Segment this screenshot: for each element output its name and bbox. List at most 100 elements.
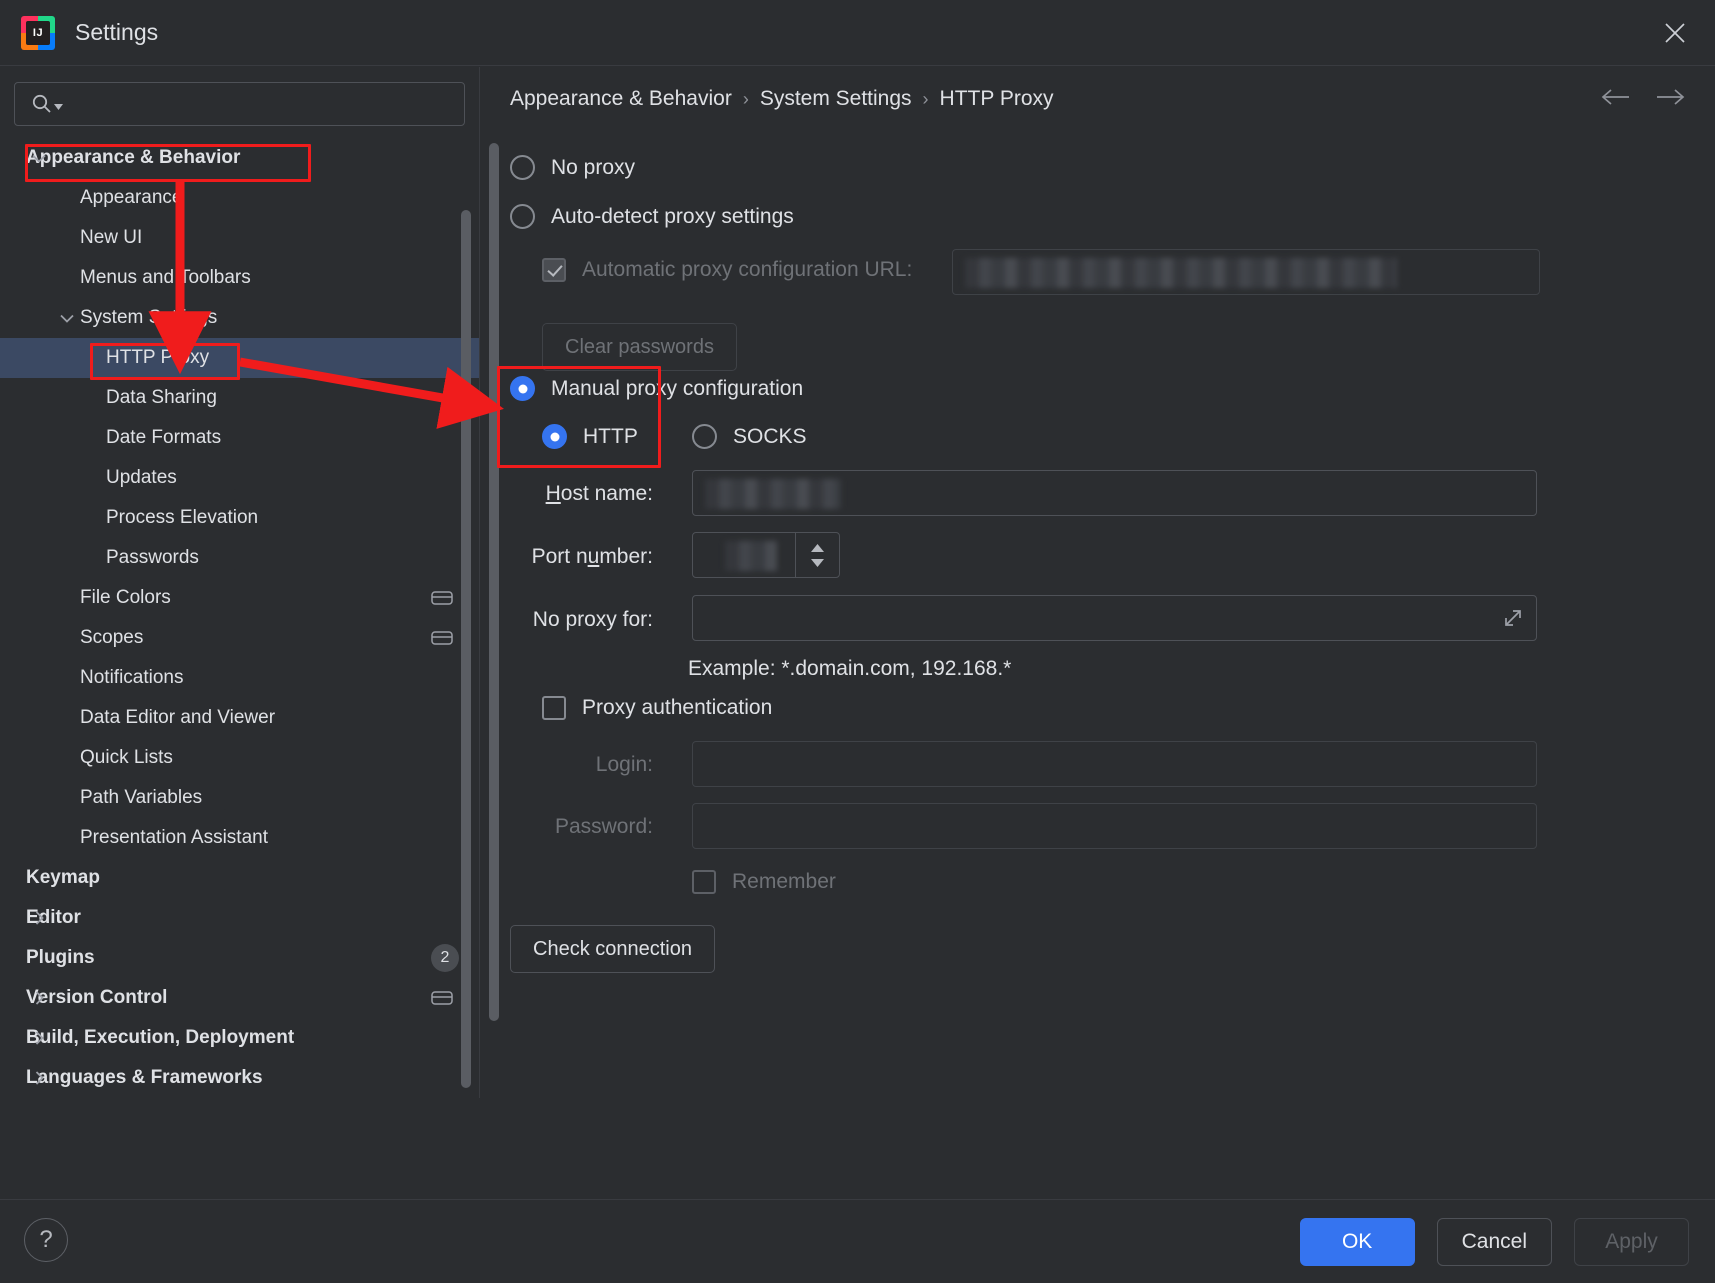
intellij-logo-icon: IJ [21,15,55,50]
project-scope-icon [431,589,453,607]
dialog-footer: ? OK Cancel Apply [0,1199,1715,1283]
main-scrollbar[interactable] [489,143,499,1021]
sidebar-item-updates[interactable]: Updates [0,458,479,498]
sidebar-item-label: Updates [106,467,177,488]
password-label: Password: [554,815,653,838]
expand-diagonal-icon[interactable] [1500,605,1526,636]
socks-option[interactable]: SOCKS [692,424,807,449]
sidebar-item-passwords[interactable]: Passwords [0,538,479,578]
auto-config-url-input[interactable] [952,249,1540,295]
sidebar-item-scopes[interactable]: Scopes [0,618,479,658]
sidebar-item-keymap[interactable]: Keymap [0,858,479,898]
no-proxy-label: No proxy [551,155,636,179]
redacted-value [965,258,1397,288]
remember-checkbox[interactable] [692,870,716,894]
sidebar-item-label: Data Sharing [106,387,217,408]
no-proxy-for-input[interactable] [692,595,1537,641]
socks-radio[interactable] [692,424,717,449]
sidebar-item-file-colors[interactable]: File Colors [0,578,479,618]
ok-button[interactable]: OK [1299,1218,1415,1266]
auto-config-url-label: Automatic proxy configuration URL: [582,258,913,281]
titlebar: IJ Settings [0,0,1715,66]
clear-passwords-button[interactable]: Clear passwords [542,323,737,371]
host-name-label: Host name: [545,482,653,505]
sidebar-item-label: Path Variables [80,787,203,808]
sidebar-item-system-settings[interactable]: System Settings [0,298,479,338]
no-proxy-radio[interactable] [510,155,535,180]
sidebar-item-languages-frameworks[interactable]: Languages & Frameworks [0,1058,479,1098]
search-box[interactable] [14,82,465,126]
redacted-value [725,541,777,571]
sidebar-item-data-editor-and-viewer[interactable]: Data Editor and Viewer [0,698,479,738]
check-connection-button[interactable]: Check connection [510,925,715,973]
sidebar-item-date-formats[interactable]: Date Formats [0,418,479,458]
port-number-label: Port number: [531,545,653,568]
sidebar-item-label: Date Formats [106,427,222,448]
sidebar-item-http-proxy[interactable]: HTTP Proxy [0,338,479,378]
project-scope-icon [431,989,453,1007]
navigation-arrows [1601,87,1685,107]
chevron-right-icon[interactable] [26,898,52,938]
login-label: Login: [595,753,653,776]
chevron-right-icon[interactable] [26,1058,52,1098]
auto-detect-option[interactable]: Auto-detect proxy settings [510,204,794,229]
sidebar-item-new-ui[interactable]: New UI [0,218,479,258]
help-icon[interactable]: ? [24,1218,68,1262]
spinner-up-down-icon[interactable] [795,533,839,577]
http-radio[interactable] [542,424,567,449]
sidebar-item-editor[interactable]: Editor [0,898,479,938]
arrow-right-icon[interactable] [1655,87,1685,107]
sidebar-item-menus-and-toolbars[interactable]: Menus and Toolbars [0,258,479,298]
proxy-authentication-checkbox[interactable] [542,696,566,720]
sidebar-item-presentation-assistant[interactable]: Presentation Assistant [0,818,479,858]
chevron-down-icon[interactable] [26,138,52,178]
sidebar-item-data-sharing[interactable]: Data Sharing [0,378,479,418]
login-input[interactable] [692,741,1537,787]
chevron-down-icon[interactable] [54,298,80,338]
sidebar-item-appearance-behavior[interactable]: Appearance & Behavior [0,138,479,178]
breadcrumb-item-2: HTTP Proxy [939,87,1054,110]
redacted-value [705,479,841,509]
close-icon[interactable] [1656,14,1694,52]
sidebar-item-label: Menus and Toolbars [80,267,251,288]
breadcrumb-separator: › [742,88,749,109]
sidebar-item-label: Keymap [26,867,100,888]
port-number-input[interactable] [692,532,840,578]
manual-proxy-option[interactable]: Manual proxy configuration [510,376,803,401]
sidebar-item-quick-lists[interactable]: Quick Lists [0,738,479,778]
sidebar-item-build-execution-deployment[interactable]: Build, Execution, Deployment [0,1018,479,1058]
no-proxy-option[interactable]: No proxy [510,155,635,180]
proxy-authentication-option[interactable]: Proxy authentication [542,696,772,720]
chevron-right-icon[interactable] [26,978,52,1018]
settings-sidebar[interactable]: Appearance & Behavior Appearance New UI Men… [0,67,480,1098]
breadcrumb-item-1[interactable]: System Settings [760,87,912,111]
host-name-input[interactable] [692,470,1537,516]
remember-option[interactable]: Remember [692,870,836,894]
sidebar-item-path-variables[interactable]: Path Variables [0,778,479,818]
password-input[interactable] [692,803,1537,849]
search-input[interactable] [71,83,464,125]
apply-button[interactable]: Apply [1574,1218,1689,1266]
sidebar-item-version-control[interactable]: Version Control [0,978,479,1018]
sidebar-item-appearance[interactable]: Appearance [0,178,479,218]
sidebar-item-label: File Colors [80,587,171,608]
remember-label: Remember [732,870,836,893]
http-option[interactable]: HTTP [542,424,638,449]
search-icon [31,93,63,115]
sidebar-item-label: Appearance [80,187,183,208]
sidebar-scrollbar[interactable] [461,210,471,1088]
cancel-button[interactable]: Cancel [1436,1218,1552,1266]
auto-detect-radio[interactable] [510,204,535,229]
chevron-right-icon[interactable] [26,1018,52,1058]
auto-detect-label: Auto-detect proxy settings [551,204,794,228]
sidebar-item-plugins[interactable]: Plugins 2 [0,938,479,978]
settings-tree[interactable]: Appearance & Behavior Appearance New UI Men… [0,138,479,1098]
sidebar-item-label: New UI [80,227,143,248]
auto-config-url-checkbox[interactable] [542,258,566,282]
breadcrumb-item-0[interactable]: Appearance & Behavior [510,87,732,111]
arrow-left-icon[interactable] [1601,87,1631,107]
sidebar-item-process-elevation[interactable]: Process Elevation [0,498,479,538]
sidebar-item-label: Languages & Frameworks [26,1067,263,1088]
sidebar-item-notifications[interactable]: Notifications [0,658,479,698]
manual-proxy-radio[interactable] [510,376,535,401]
